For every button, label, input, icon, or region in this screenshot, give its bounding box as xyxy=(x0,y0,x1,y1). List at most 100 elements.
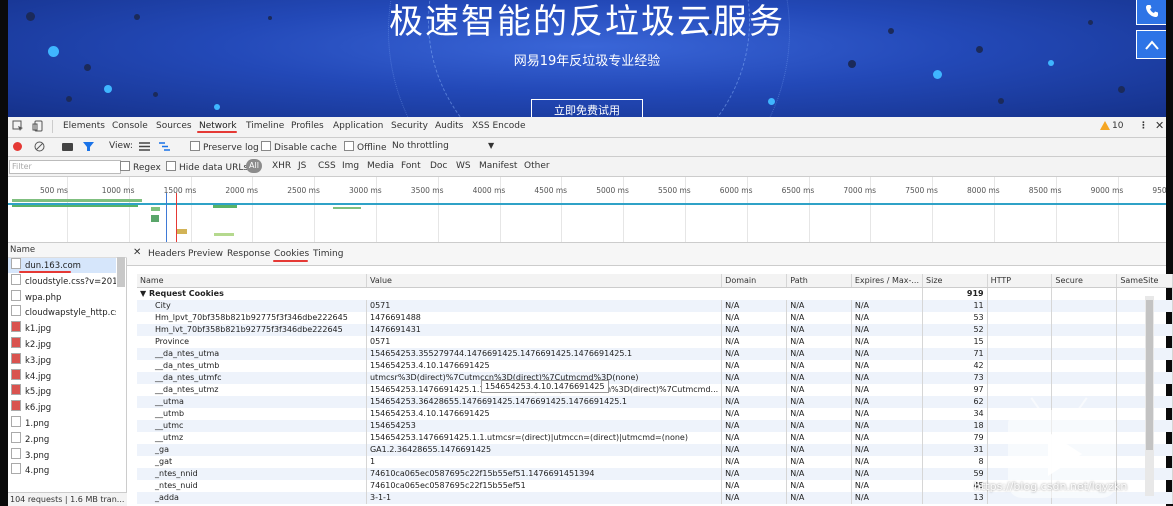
type-filter-img[interactable]: Img xyxy=(342,161,359,171)
large-rows-icon[interactable] xyxy=(139,142,150,154)
request-row[interactable]: wpa.php xyxy=(8,289,116,305)
type-filter-css[interactable]: CSS xyxy=(318,161,336,171)
banner-decoration-dot xyxy=(768,98,775,105)
type-filter-all[interactable]: All xyxy=(246,159,262,173)
cookie-row[interactable]: Hm_lpvt_70bf358b821b92775f3f346dbe222645… xyxy=(137,312,1173,324)
cookies-scrollbar[interactable] xyxy=(1145,296,1154,496)
type-filter-media[interactable]: Media xyxy=(367,161,394,171)
tab-cookies[interactable]: Cookies xyxy=(274,249,309,259)
tab-timing[interactable]: Timing xyxy=(313,249,343,259)
disable-cache-checkbox[interactable]: Disable cache xyxy=(261,141,337,153)
offline-checkbox[interactable]: Offline xyxy=(344,141,387,153)
expand-triangle-icon[interactable]: ▼ xyxy=(140,289,149,298)
cookie-row[interactable]: __utma 154654253.36428655.1476691425.1476… xyxy=(137,396,1173,408)
cookie-row[interactable]: __da_ntes_utmb 154654253.4.10.1476691425 N… xyxy=(137,360,1173,372)
request-row[interactable]: 1.png xyxy=(8,416,116,431)
checkbox-box[interactable] xyxy=(344,141,354,151)
inspect-element-icon[interactable] xyxy=(12,120,24,135)
network-overview-timeline[interactable]: 500 ms 1000 ms 1500 ms 2000 ms 2500 ms 3000 m… xyxy=(8,177,1166,243)
free-trial-button[interactable]: 立即免费试用 xyxy=(531,99,643,117)
record-icon[interactable] xyxy=(13,142,22,151)
request-row[interactable]: k4.jpg xyxy=(8,368,116,384)
request-row[interactable]: k5.jpg xyxy=(8,384,116,399)
tab-headers[interactable]: Headers xyxy=(148,249,185,259)
tab-application[interactable]: Application xyxy=(333,121,383,131)
throttling-select[interactable]: No throttling xyxy=(392,141,449,151)
cookie-row[interactable]: __da_ntes_utmfc utmcsr%3D(direct)%7Cutmcc… xyxy=(137,372,1173,384)
cookie-row[interactable]: __da_ntes_utmz154654253.1476691425.1.1.u… xyxy=(137,384,1173,396)
checkbox-box[interactable] xyxy=(190,141,200,151)
column-header[interactable]: Name xyxy=(137,274,367,288)
tab-network[interactable]: Network xyxy=(199,121,237,131)
column-header[interactable]: Size xyxy=(922,274,988,288)
column-header[interactable]: Expires / Max-... xyxy=(851,274,924,288)
tab-response[interactable]: Response xyxy=(227,249,270,259)
tab-preview[interactable]: Preview xyxy=(188,249,223,259)
type-filter-js[interactable]: JS xyxy=(298,161,306,171)
tab-audits[interactable]: Audits xyxy=(435,121,463,131)
filter-icon[interactable] xyxy=(83,141,94,155)
request-row[interactable]: 2.png xyxy=(8,431,116,447)
tab-sources[interactable]: Sources xyxy=(156,121,192,131)
cookie-group-row[interactable]: ▼ Request Cookies 919 xyxy=(137,287,1173,300)
overview-icon[interactable] xyxy=(159,142,170,154)
close-detail-icon[interactable]: ✕ xyxy=(133,247,141,258)
type-filter-font[interactable]: Font xyxy=(401,161,421,171)
column-header[interactable]: Domain xyxy=(721,274,788,288)
cookie-row[interactable]: City 0571 N/A N/A N/A 11 xyxy=(137,300,1173,312)
request-list-scrollbar[interactable] xyxy=(117,257,125,287)
request-row[interactable]: k2.jpg xyxy=(8,337,116,352)
request-list-header[interactable]: Name xyxy=(8,243,128,258)
request-row[interactable]: 3.png xyxy=(8,447,116,463)
request-row[interactable]: cloudstyle.css?v=2016... xyxy=(8,273,116,289)
filter-input[interactable]: Filter xyxy=(9,160,121,174)
column-header[interactable]: SameSite xyxy=(1116,274,1173,288)
play-icon[interactable] xyxy=(1048,432,1082,476)
close-devtools-icon[interactable]: ✕ xyxy=(1155,119,1164,132)
request-row[interactable]: k1.jpg xyxy=(8,321,116,336)
tab-xss-encode[interactable]: XSS Encode xyxy=(472,121,526,131)
checkbox-box[interactable] xyxy=(261,141,271,151)
checkbox-box[interactable] xyxy=(166,161,176,171)
column-header[interactable]: Value xyxy=(366,274,723,288)
camera-icon[interactable] xyxy=(62,143,73,151)
warning-count[interactable]: 10 xyxy=(1112,121,1123,131)
tab-console[interactable]: Console xyxy=(112,121,148,131)
column-header[interactable]: Secure xyxy=(1051,274,1118,288)
request-row[interactable]: 4.png xyxy=(8,463,116,478)
cookie-row[interactable]: Province 0571 N/A N/A N/A 15 xyxy=(137,336,1173,348)
throttling-dropdown-icon[interactable]: ▼ xyxy=(488,141,494,150)
column-header[interactable]: HTTP xyxy=(987,274,1053,288)
hide-data-urls-checkbox[interactable]: Hide data URLs xyxy=(166,161,248,173)
checkbox-box[interactable] xyxy=(120,161,130,171)
empty-cell xyxy=(987,336,1053,348)
cookie-size: 97 xyxy=(922,384,988,396)
type-filter-xhr[interactable]: XHR xyxy=(272,161,291,171)
cookie-row[interactable]: __da_ntes_utma 154654253.355279744.147669… xyxy=(137,348,1173,360)
preserve-log-checkbox[interactable]: Preserve log xyxy=(190,141,259,153)
tab-profiles[interactable]: Profiles xyxy=(291,121,324,131)
type-filter-manifest[interactable]: Manifest xyxy=(479,161,517,171)
warning-icon[interactable] xyxy=(1100,121,1110,133)
request-row[interactable]: k3.jpg xyxy=(8,352,116,368)
request-row[interactable]: k6.jpg xyxy=(8,400,116,415)
image-file-icon xyxy=(11,384,21,396)
phone-icon[interactable] xyxy=(1136,0,1166,25)
device-mode-icon[interactable] xyxy=(32,120,44,135)
request-row[interactable]: cloudwapstyle_http.css xyxy=(8,305,116,320)
load-marker xyxy=(176,193,177,242)
column-header[interactable]: Path xyxy=(786,274,852,288)
clear-icon[interactable] xyxy=(34,141,45,155)
tab-security[interactable]: Security xyxy=(391,121,428,131)
cookie-row[interactable]: Hm_lvt_70bf358b821b92775f3f346dbe222645 1… xyxy=(137,324,1173,336)
tab-elements[interactable]: Elements xyxy=(63,121,105,131)
more-options-icon[interactable]: ⋮ xyxy=(1139,121,1148,131)
cookie-domain: N/A xyxy=(721,336,788,348)
back-to-top-icon[interactable] xyxy=(1136,30,1166,59)
scrollbar-thumb[interactable] xyxy=(1146,300,1153,450)
type-filter-doc[interactable]: Doc xyxy=(430,161,447,171)
tab-timeline[interactable]: Timeline xyxy=(246,121,284,131)
type-filter-ws[interactable]: WS xyxy=(456,161,471,171)
regex-checkbox[interactable]: Regex xyxy=(120,161,161,173)
type-filter-other[interactable]: Other xyxy=(524,161,550,171)
